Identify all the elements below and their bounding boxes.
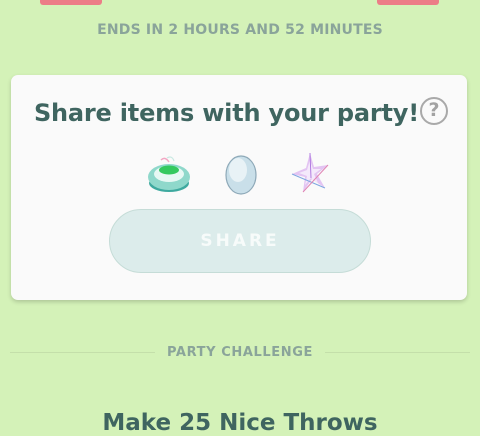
share-button[interactable]: SHARE — [109, 209, 371, 273]
ribbon-left — [40, 0, 102, 5]
share-items-card: Share items with your party! ? SHARE — [11, 75, 467, 300]
divider-right — [325, 352, 470, 353]
event-countdown: ENDS IN 2 HOURS AND 52 MINUTES — [97, 22, 383, 38]
share-card-title: Share items with your party! — [33, 99, 419, 127]
ribbon-right — [377, 0, 439, 5]
shareable-items — [11, 150, 467, 195]
egg-icon[interactable] — [218, 150, 264, 195]
challenge-title: Make 25 Nice Throws — [102, 410, 378, 436]
help-icon[interactable]: ? — [420, 97, 448, 125]
incense-icon[interactable] — [146, 150, 192, 195]
stardust-icon[interactable] — [288, 150, 334, 195]
